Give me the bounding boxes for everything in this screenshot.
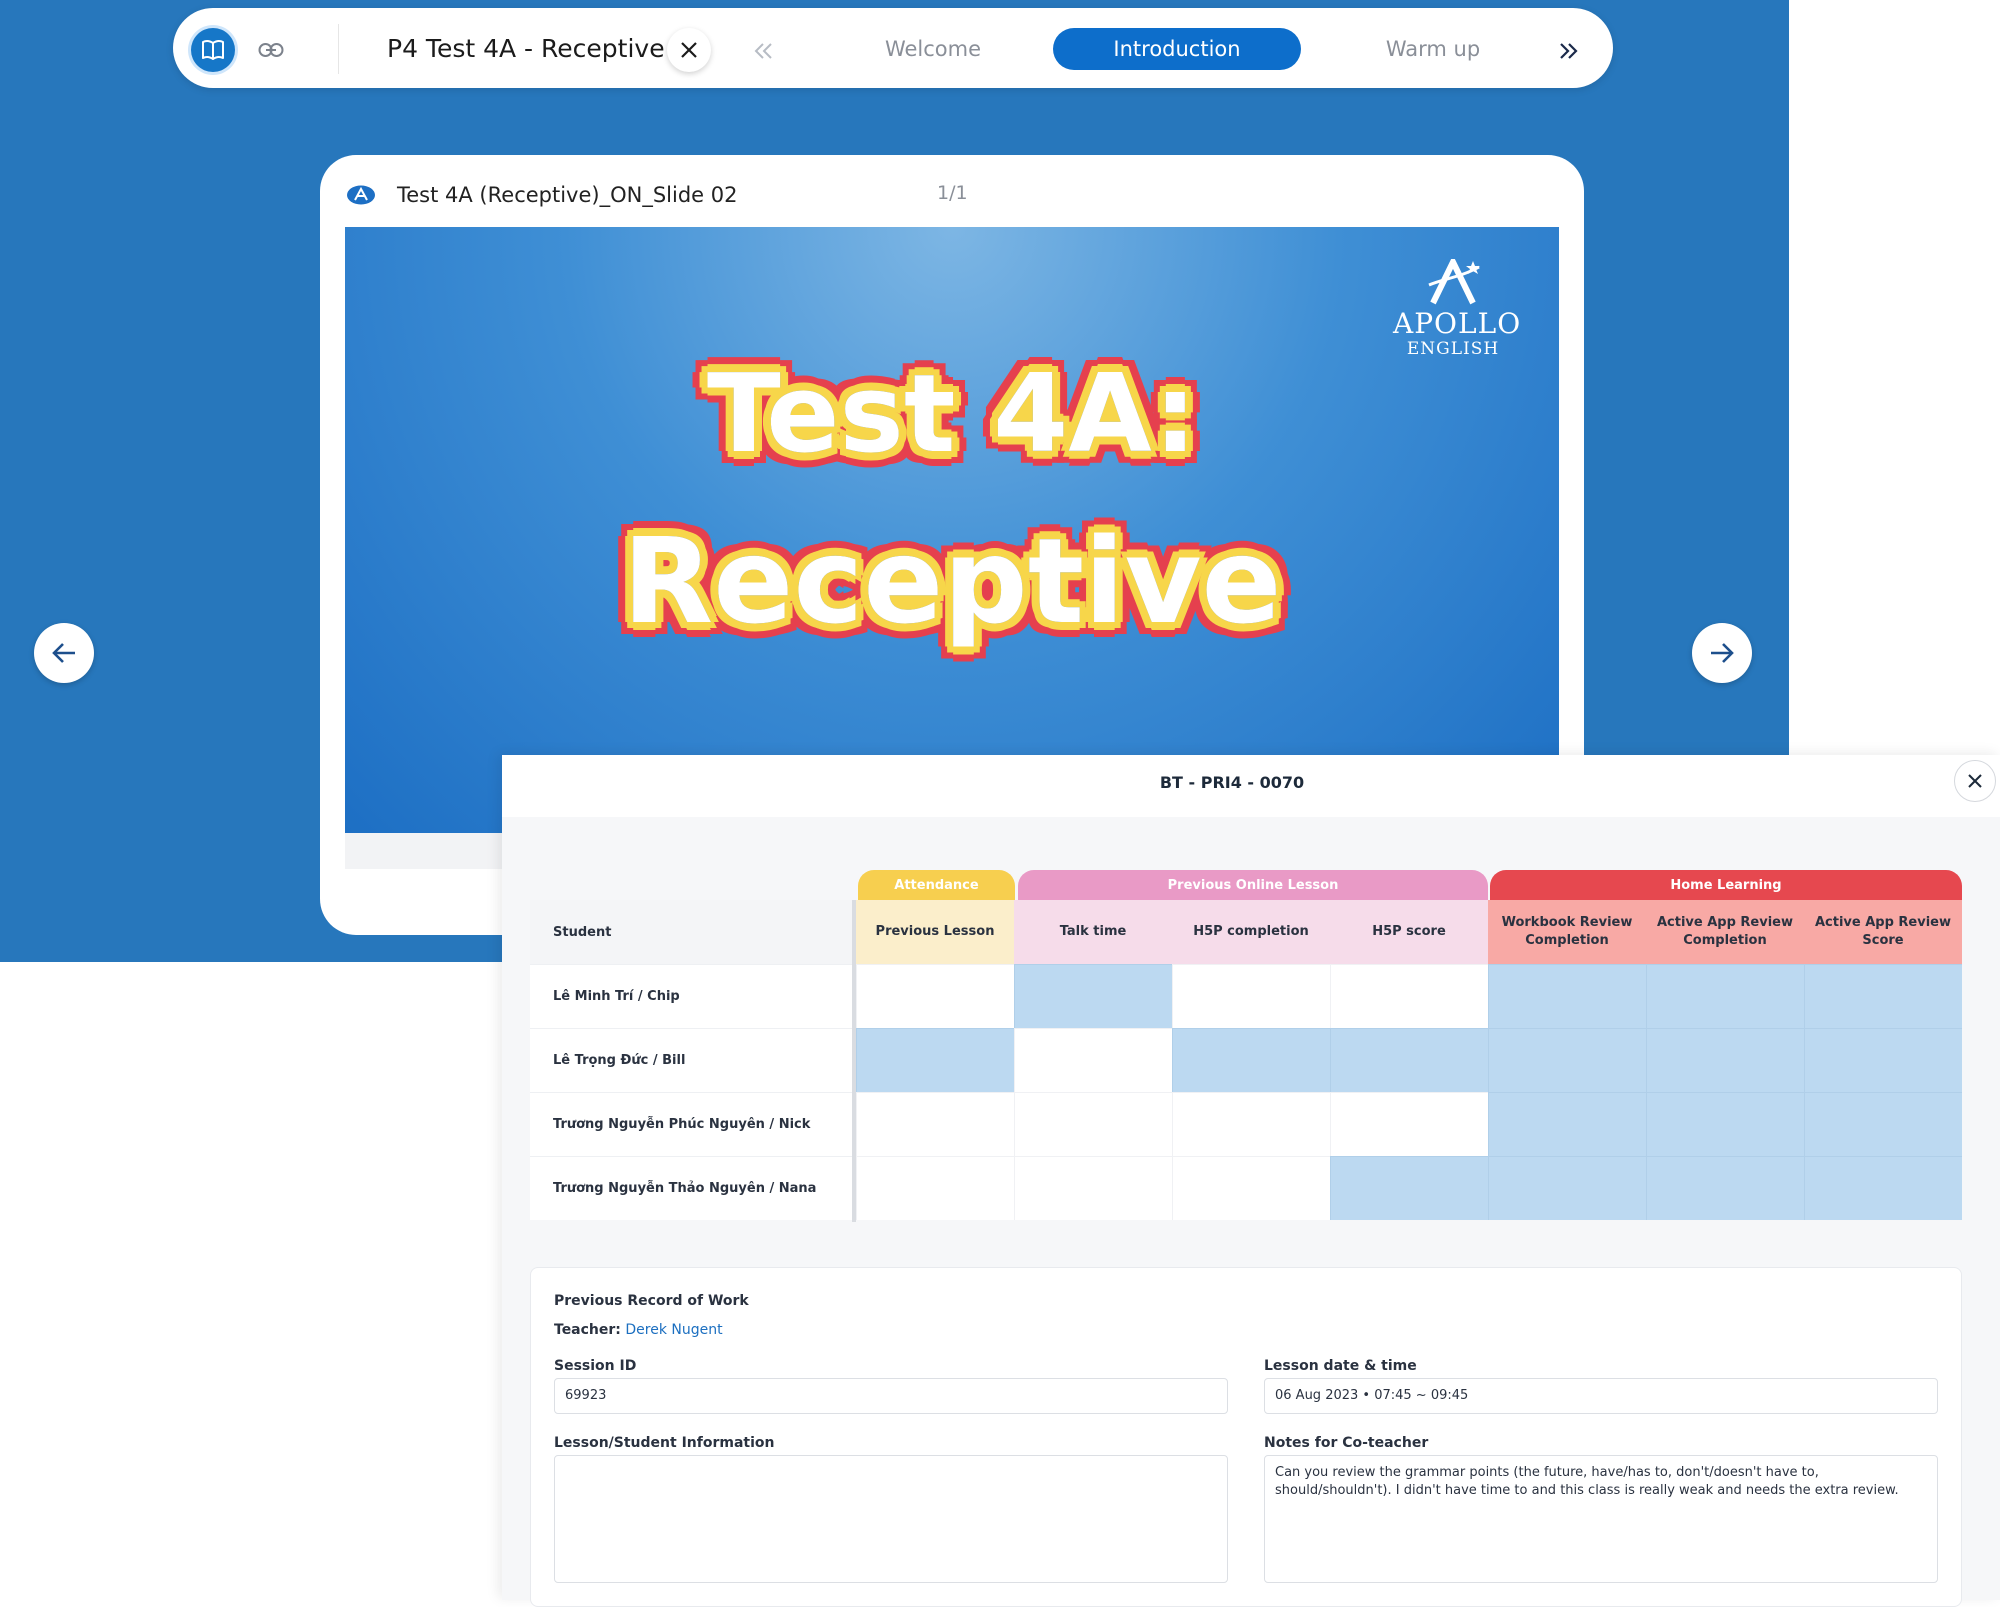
panel-title: BT - PRI4 - 0070 xyxy=(1159,773,1305,792)
grid-cell xyxy=(1014,1028,1172,1092)
group-previous-online-lesson: Previous Online Lesson xyxy=(1018,870,1488,900)
grid-cell xyxy=(1330,1028,1488,1092)
grid-cell xyxy=(856,1156,1014,1220)
slide-image: APOLLO ENGLISH Test 4A: Receptive xyxy=(345,227,1559,833)
grid-cell xyxy=(1804,1028,1962,1092)
grid-cell xyxy=(1014,1092,1172,1156)
grid-cell xyxy=(1804,1156,1962,1220)
slide-counter: 1/1 xyxy=(937,182,968,204)
student-column-header: Student xyxy=(530,900,852,964)
lesson-title: P4 Test 4A - Receptive xyxy=(387,34,665,63)
tab-introduction[interactable]: Introduction xyxy=(1053,28,1301,70)
group-attendance: Attendance xyxy=(858,870,1015,900)
apollo-english-logo: APOLLO ENGLISH xyxy=(1393,255,1522,359)
student-row-name[interactable]: Lê Minh Trí / Chip xyxy=(530,964,852,1028)
student-row-name[interactable]: Trương Nguyễn Thảo Nguyên / Nana xyxy=(530,1156,852,1220)
grid-cell xyxy=(1804,1092,1962,1156)
chevrons-left-icon[interactable] xyxy=(749,36,779,66)
grid-cell xyxy=(1172,964,1330,1028)
teacher-name-link[interactable]: Derek Nugent xyxy=(625,1322,722,1338)
notes-label: Notes for Co-teacher xyxy=(1264,1435,1429,1451)
grid-cell xyxy=(856,1028,1014,1092)
progress-grid: Attendance Previous Online Lesson Home L… xyxy=(530,870,1962,1222)
col-active-app-review-score: Active App Review Score xyxy=(1804,900,1962,964)
apollo-logo-icon xyxy=(346,185,376,205)
close-panel-icon[interactable] xyxy=(1954,760,1996,802)
apollo-a-icon xyxy=(1428,255,1480,305)
col-active-app-review-completion: Active App Review Completion xyxy=(1646,900,1804,964)
book-icon[interactable] xyxy=(191,28,235,72)
brand-name: APOLLO xyxy=(1393,307,1522,340)
col-talk-time: Talk time xyxy=(1014,900,1172,964)
grid-cell xyxy=(1646,964,1804,1028)
group-home-learning: Home Learning xyxy=(1490,870,1962,900)
panel-header: BT - PRI4 - 0070 xyxy=(502,755,2000,817)
teacher-label: Teacher: xyxy=(554,1322,621,1338)
grid-cell xyxy=(1646,1092,1804,1156)
col-h5p-score: H5P score xyxy=(1330,900,1488,964)
lesson-nav-bar: P4 Test 4A - Receptive Welcome Introduct… xyxy=(173,8,1613,88)
lesson-date-field[interactable]: 06 Aug 2023 • 07:45 ~ 09:45 xyxy=(1264,1378,1938,1414)
arrow-right-icon[interactable] xyxy=(1692,623,1752,683)
slide-name: Test 4A (Receptive)_ON_Slide 02 xyxy=(397,183,738,207)
grid-cell xyxy=(1488,964,1646,1028)
col-workbook-review-completion: Workbook Review Completion xyxy=(1488,900,1646,964)
grid-cell xyxy=(1014,1156,1172,1220)
grid-cell xyxy=(1646,1156,1804,1220)
grid-cell xyxy=(1014,964,1172,1028)
record-of-work-card: Previous Record of Work Teacher: Derek N… xyxy=(530,1267,1962,1607)
lesson-info-label: Lesson/Student Information xyxy=(554,1435,775,1451)
tab-welcome[interactable]: Welcome xyxy=(833,28,1033,70)
grid-cell xyxy=(1488,1092,1646,1156)
nav-divider xyxy=(338,24,339,74)
col-previous-lesson: Previous Lesson xyxy=(856,900,1014,964)
grid-cell xyxy=(1330,964,1488,1028)
link-icon[interactable] xyxy=(253,32,289,68)
teacher-line: Teacher: Derek Nugent xyxy=(554,1322,723,1338)
grid-cell xyxy=(1488,1156,1646,1220)
tab-warm-up[interactable]: Warm up xyxy=(1333,28,1533,70)
slide-title-line-1: Test 4A: xyxy=(704,350,1199,480)
lesson-info-textarea[interactable] xyxy=(554,1455,1228,1583)
grid-cell xyxy=(1488,1028,1646,1092)
grid-cell xyxy=(1172,1092,1330,1156)
student-row-name[interactable]: Lê Trọng Đức / Bill xyxy=(530,1028,852,1092)
notes-textarea[interactable]: Can you review the grammar points (the f… xyxy=(1264,1455,1938,1583)
grid-cell xyxy=(1330,1156,1488,1220)
grid-cell xyxy=(1804,964,1962,1028)
session-id-label: Session ID xyxy=(554,1358,637,1374)
grid-cell xyxy=(1646,1028,1804,1092)
grid-cell xyxy=(856,964,1014,1028)
record-heading: Previous Record of Work xyxy=(554,1293,749,1309)
grid-cell xyxy=(1172,1156,1330,1220)
grid-cell xyxy=(1330,1092,1488,1156)
slide-title-line-2: Receptive xyxy=(620,510,1284,653)
arrow-left-icon[interactable] xyxy=(34,623,94,683)
chevrons-right-icon[interactable] xyxy=(1553,36,1583,66)
col-h5p-completion: H5P completion xyxy=(1172,900,1330,964)
lesson-date-label: Lesson date & time xyxy=(1264,1358,1417,1374)
grid-cell xyxy=(856,1092,1014,1156)
grid-cell xyxy=(1172,1028,1330,1092)
session-id-field[interactable]: 69923 xyxy=(554,1378,1228,1414)
student-row-name[interactable]: Trương Nguyễn Phúc Nguyên / Nick xyxy=(530,1092,852,1156)
class-report-panel: BT - PRI4 - 0070 Attendance Previous Onl… xyxy=(502,755,2000,1607)
close-icon[interactable] xyxy=(667,28,711,72)
